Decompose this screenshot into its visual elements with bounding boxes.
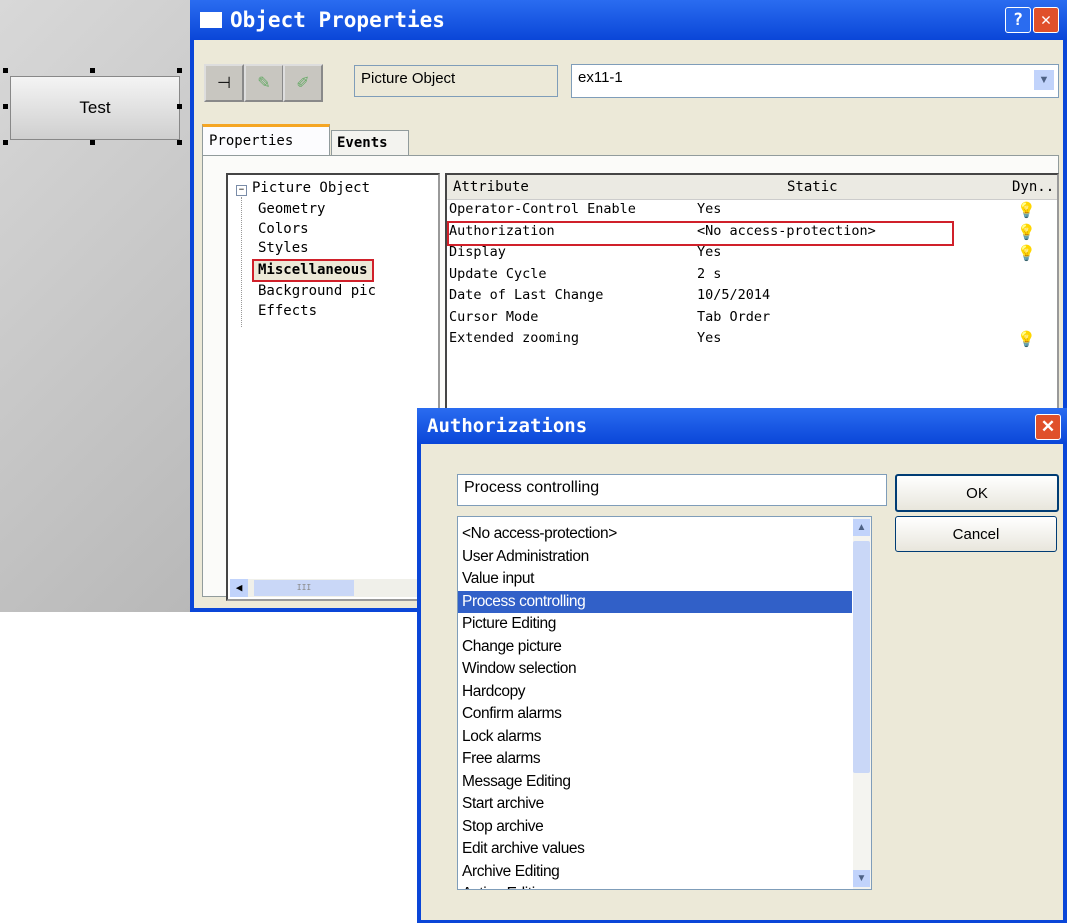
- selection-handle[interactable]: [90, 140, 95, 145]
- list-item[interactable]: Action Editing: [458, 883, 852, 889]
- static-value[interactable]: Yes: [697, 201, 721, 217]
- selection-handle[interactable]: [90, 68, 95, 73]
- list-items: <No access-protection> User Administratio…: [458, 523, 852, 889]
- list-item[interactable]: Message Editing: [458, 771, 852, 794]
- list-item[interactable]: Edit archive values: [458, 838, 852, 861]
- header-attribute[interactable]: Attribute: [453, 175, 529, 199]
- tab-properties[interactable]: Properties: [202, 124, 330, 156]
- list-item[interactable]: Free alarms: [458, 748, 852, 771]
- list-item[interactable]: Lock alarms: [458, 726, 852, 749]
- static-value[interactable]: 10/5/2014: [697, 287, 770, 303]
- selection-handle[interactable]: [177, 104, 182, 109]
- scroll-thumb[interactable]: III: [254, 580, 354, 596]
- lightbulb-icon[interactable]: 💡: [1017, 201, 1036, 219]
- list-item[interactable]: Picture Editing: [458, 613, 852, 636]
- attribute-name: Authorization: [449, 222, 555, 239]
- table-row[interactable]: Date of Last Change 10/5/2014: [449, 287, 1054, 309]
- dialog-title: Authorizations: [427, 415, 588, 437]
- close-button[interactable]: ✕: [1033, 7, 1059, 33]
- static-value[interactable]: Yes: [697, 330, 721, 346]
- attribute-name: Date of Last Change: [449, 287, 604, 303]
- window-title: Object Properties: [230, 8, 445, 32]
- static-value[interactable]: <No access-protection>: [697, 223, 876, 239]
- horizontal-scrollbar[interactable]: ◀ III: [230, 579, 430, 597]
- tree-item-effects[interactable]: Effects: [258, 302, 376, 322]
- tree-root[interactable]: Picture Object: [252, 180, 370, 196]
- attribute-name: Display: [449, 244, 506, 260]
- list-item[interactable]: <No access-protection>: [458, 523, 852, 546]
- picture-canvas: Test: [0, 0, 200, 612]
- pin-icon[interactable]: ⊣: [204, 64, 244, 102]
- lightbulb-icon[interactable]: 💡: [1017, 244, 1036, 262]
- tree-item-background-picture[interactable]: Background pic: [258, 282, 376, 302]
- header-static[interactable]: Static: [787, 175, 838, 199]
- attribute-name: Cursor Mode: [449, 308, 539, 325]
- tree-item-styles[interactable]: Styles: [258, 239, 376, 259]
- chevron-left-icon[interactable]: ◀: [230, 579, 248, 597]
- tree-item-miscellaneous[interactable]: Miscellaneous: [252, 258, 374, 282]
- list-item[interactable]: Change picture: [458, 636, 852, 659]
- attribute-name: Update Cycle: [449, 265, 547, 282]
- authorization-input[interactable]: Process controlling: [457, 474, 887, 506]
- table-row[interactable]: Cursor Mode Tab Order: [449, 309, 1054, 331]
- chevron-up-icon[interactable]: ▲: [853, 519, 870, 536]
- chevron-down-icon[interactable]: ▼: [853, 870, 870, 887]
- list-item[interactable]: Process controlling: [458, 590, 852, 613]
- object-name-value: ex11-1: [578, 69, 623, 86]
- tree-item-colors[interactable]: Colors: [258, 220, 376, 240]
- title-bar: Object Properties ? ✕: [190, 0, 1067, 40]
- tree-children: Geometry Colors Styles Miscellaneous Bac…: [252, 200, 376, 322]
- authorization-list[interactable]: <No access-protection> User Administratio…: [457, 516, 872, 890]
- static-value[interactable]: Yes: [697, 244, 721, 260]
- list-item[interactable]: Stop archive: [458, 816, 852, 839]
- test-button[interactable]: Test: [10, 76, 180, 140]
- cancel-button[interactable]: Cancel: [895, 516, 1057, 552]
- list-item[interactable]: Confirm alarms: [458, 703, 852, 726]
- scroll-thumb[interactable]: [853, 541, 870, 773]
- tree-item-geometry[interactable]: Geometry: [258, 200, 376, 220]
- static-value[interactable]: 2 s: [697, 266, 721, 282]
- lightbulb-icon[interactable]: 💡: [1017, 330, 1036, 348]
- ok-button[interactable]: OK: [895, 474, 1059, 512]
- selection-handle[interactable]: [3, 140, 8, 145]
- tab-events[interactable]: Events: [331, 130, 409, 155]
- attribute-name: Operator-Control Enable: [449, 201, 636, 217]
- table-row[interactable]: Operator-Control Enable Yes 💡: [449, 201, 1054, 223]
- list-item[interactable]: Value input: [458, 568, 852, 591]
- table-row[interactable]: Authorization <No access-protection> 💡: [447, 220, 1036, 246]
- object-name-select[interactable]: ex11-1 ▼: [571, 64, 1059, 98]
- list-item[interactable]: Start archive: [458, 793, 852, 816]
- chevron-down-icon[interactable]: ▼: [1034, 70, 1054, 90]
- header-dynamic[interactable]: Dyn..: [1012, 175, 1054, 199]
- table-body: Operator-Control Enable Yes 💡 Authorization…: [447, 201, 1054, 352]
- selection-handle[interactable]: [177, 68, 182, 73]
- dialog-body: Process controlling OK Cancel <No access…: [421, 444, 1063, 920]
- object-type-field: Picture Object: [354, 65, 558, 97]
- table-row[interactable]: Extended zooming Yes 💡: [449, 330, 1054, 352]
- collapse-icon[interactable]: −: [236, 185, 247, 196]
- table-row[interactable]: Display Yes 💡: [449, 244, 1054, 266]
- eyedropper-paste-icon[interactable]: ✐: [283, 64, 323, 102]
- table-row[interactable]: Update Cycle 2 s: [449, 266, 1054, 288]
- list-item[interactable]: Window selection: [458, 658, 852, 681]
- window-icon: [200, 12, 222, 28]
- dialog-title-bar: Authorizations ✕: [417, 408, 1067, 444]
- property-tree: − Picture Object Geometry Colors Styles …: [226, 173, 440, 601]
- selection-handle[interactable]: [177, 140, 182, 145]
- selection-handle[interactable]: [3, 104, 8, 109]
- static-value[interactable]: Tab Order: [697, 309, 770, 325]
- list-item[interactable]: User Administration: [458, 546, 852, 569]
- help-button[interactable]: ?: [1005, 7, 1031, 33]
- authorizations-dialog: Authorizations ✕ Process controlling OK …: [417, 408, 1067, 923]
- close-button[interactable]: ✕: [1035, 414, 1061, 440]
- list-item[interactable]: Hardcopy: [458, 681, 852, 704]
- lightbulb-icon[interactable]: 💡: [1017, 223, 1036, 241]
- selection-handle[interactable]: [3, 68, 8, 73]
- eyedropper-copy-icon[interactable]: ✎: [244, 64, 284, 102]
- attribute-name: Extended zooming: [449, 330, 580, 346]
- table-header: Attribute Static Dyn..: [447, 175, 1057, 200]
- vertical-scrollbar[interactable]: ▲ ▼: [853, 517, 871, 889]
- tree-line: [241, 197, 243, 327]
- list-item[interactable]: Archive Editing: [458, 861, 852, 884]
